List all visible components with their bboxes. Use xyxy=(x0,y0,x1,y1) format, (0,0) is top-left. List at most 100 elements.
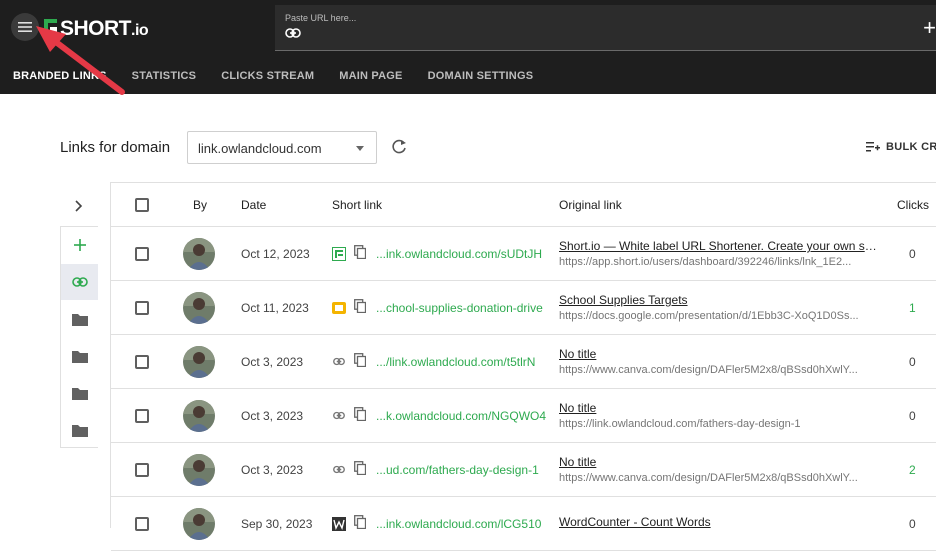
column-header-original-link[interactable]: Original link xyxy=(559,183,622,226)
domain-select[interactable]: link.owlandcloud.com xyxy=(187,131,377,164)
chevron-down-icon xyxy=(356,146,364,151)
table-row[interactable]: Oct 3, 2023 ...ud.com/fathers-day-design… xyxy=(111,443,936,497)
short-link[interactable]: ...ink.owlandcloud.com/sUDtJH xyxy=(376,247,542,261)
original-link-title[interactable]: School Supplies Targets xyxy=(559,293,879,307)
row-checkbox-cell xyxy=(135,335,149,388)
table-row[interactable]: Oct 12, 2023 ...ink.owlandcloud.com/sUDt… xyxy=(111,227,936,281)
column-header-short-link[interactable]: Short link xyxy=(332,183,382,226)
creator-cell xyxy=(183,227,215,280)
select-all-checkbox-cell xyxy=(135,183,149,226)
url-input-placeholder: Paste URL here... xyxy=(285,13,357,23)
creator-cell xyxy=(183,497,215,550)
clicks-count: 0 xyxy=(909,516,916,531)
copy-icon[interactable] xyxy=(354,353,367,370)
row-checkbox[interactable] xyxy=(135,408,149,423)
original-link-cell: Short.io — White label URL Shortener. Cr… xyxy=(559,227,879,280)
row-checkbox[interactable] xyxy=(135,516,149,531)
hamburger-menu-button[interactable] xyxy=(11,13,39,41)
folder-sidebar xyxy=(60,226,98,448)
original-link-url: https://www.canva.com/design/DAFler5M2x8… xyxy=(559,364,858,376)
short-link[interactable]: ...ink.owlandcloud.com/lCG510 xyxy=(376,517,541,531)
original-link-title[interactable]: No title xyxy=(559,347,879,361)
copy-icon[interactable] xyxy=(354,515,367,532)
original-link-cell: School Supplies Targets https://docs.goo… xyxy=(559,281,879,334)
avatar xyxy=(183,507,215,540)
row-checkbox-cell xyxy=(135,227,149,280)
original-link-title[interactable]: WordCounter - Count Words xyxy=(559,515,879,529)
date-cell: Oct 12, 2023 xyxy=(241,246,310,261)
short-link-cell: ...k.owlandcloud.com/NGQWO4 xyxy=(332,389,546,442)
short-link[interactable]: ...k.owlandcloud.com/NGQWO4 xyxy=(376,409,546,423)
chevron-right-icon[interactable] xyxy=(70,198,86,214)
row-checkbox[interactable] xyxy=(135,354,149,369)
original-link-title[interactable]: Short.io — White label URL Shortener. Cr… xyxy=(559,239,879,253)
original-link-cell: No title https://link.owlandcloud.com/fa… xyxy=(559,389,879,442)
link-icon xyxy=(71,277,88,287)
tab-branded-links[interactable]: BRANDED LINKS xyxy=(0,70,119,82)
date-cell: Oct 3, 2023 xyxy=(241,462,304,477)
links-table: By Date Short link Original link Clicks … xyxy=(110,182,936,551)
short-link[interactable]: .../link.owlandcloud.com/t5tlrN xyxy=(376,355,535,369)
table-row[interactable]: Sep 30, 2023 ...ink.owlandcloud.com/lCG5… xyxy=(111,497,936,551)
copy-icon[interactable] xyxy=(354,299,367,316)
plus-icon xyxy=(73,239,86,251)
select-all-checkbox[interactable] xyxy=(135,197,149,212)
date-cell: Sep 30, 2023 xyxy=(241,516,313,531)
short-link[interactable]: ...chool-supplies-donation-drive xyxy=(376,301,543,315)
bulk-create-button[interactable]: BULK CR xyxy=(866,141,936,153)
original-link-title[interactable]: No title xyxy=(559,455,879,469)
short-link[interactable]: ...ud.com/fathers-day-design-1 xyxy=(376,463,539,477)
copy-icon[interactable] xyxy=(354,461,367,478)
folder-icon xyxy=(71,424,88,437)
brand-name: SHORT.io xyxy=(60,17,149,40)
original-link-url: https://link.owlandcloud.com/fathers-day… xyxy=(559,418,801,430)
row-checkbox[interactable] xyxy=(135,246,149,261)
refresh-icon[interactable] xyxy=(390,138,408,156)
tab-main-page[interactable]: MAIN PAGE xyxy=(327,70,415,82)
add-icon[interactable]: + xyxy=(923,15,936,41)
column-header-clicks[interactable]: Clicks xyxy=(897,183,929,226)
folder-button[interactable] xyxy=(61,338,98,374)
original-link-cell: No title https://www.canva.com/design/DA… xyxy=(559,443,879,496)
original-link-title[interactable]: No title xyxy=(559,401,879,415)
short-io-icon xyxy=(332,246,346,261)
slides-icon xyxy=(332,301,346,315)
short-link-cell: ...ink.owlandcloud.com/lCG510 xyxy=(332,497,541,550)
url-input[interactable]: Paste URL here... + xyxy=(275,5,936,51)
wordcounter-icon xyxy=(332,516,346,531)
column-header-date[interactable]: Date xyxy=(241,183,266,226)
row-checkbox[interactable] xyxy=(135,300,149,315)
add-folder-button[interactable] xyxy=(61,227,98,263)
row-checkbox[interactable] xyxy=(135,462,149,477)
original-link-cell: WordCounter - Count Words xyxy=(559,497,879,550)
column-header-by[interactable]: By xyxy=(193,183,207,226)
table-row[interactable]: Oct 3, 2023 .../link.owlandcloud.com/t5t… xyxy=(111,335,936,389)
folder-button[interactable] xyxy=(61,301,98,337)
table-row[interactable]: Oct 3, 2023 ...k.owlandcloud.com/NGQWO4 … xyxy=(111,389,936,443)
copy-icon[interactable] xyxy=(354,407,367,424)
tab-clicks-stream[interactable]: CLICKS STREAM xyxy=(209,70,327,82)
avatar xyxy=(183,453,215,486)
folder-icon xyxy=(71,313,88,326)
folder-button[interactable] xyxy=(61,375,98,411)
brand-logo[interactable]: SHORT.io xyxy=(44,16,149,42)
menu-icon xyxy=(18,22,32,32)
link-icon xyxy=(332,463,346,477)
avatar xyxy=(183,237,215,270)
original-link-url: https://www.canva.com/design/DAFler5M2x8… xyxy=(559,472,858,484)
all-links-button[interactable] xyxy=(61,264,98,300)
copy-icon[interactable] xyxy=(354,245,367,262)
tab-statistics[interactable]: STATISTICS xyxy=(119,70,209,82)
row-checkbox-cell xyxy=(135,497,149,550)
top-bar: SHORT.io Paste URL here... + BRANDED LIN… xyxy=(0,0,936,94)
domain-select-value: link.owlandcloud.com xyxy=(198,141,322,156)
table-row[interactable]: Oct 11, 2023 ...chool-supplies-donation-… xyxy=(111,281,936,335)
link-icon xyxy=(285,28,301,38)
folder-icon xyxy=(71,387,88,400)
short-link-cell: ...ud.com/fathers-day-design-1 xyxy=(332,443,539,496)
tab-domain-settings[interactable]: DOMAIN SETTINGS xyxy=(415,70,546,82)
short-link-cell: ...chool-supplies-donation-drive xyxy=(332,281,543,334)
short-link-cell: .../link.owlandcloud.com/t5tlrN xyxy=(332,335,535,388)
folder-button[interactable] xyxy=(61,412,98,448)
original-link-url: https://docs.google.com/presentation/d/1… xyxy=(559,310,859,322)
